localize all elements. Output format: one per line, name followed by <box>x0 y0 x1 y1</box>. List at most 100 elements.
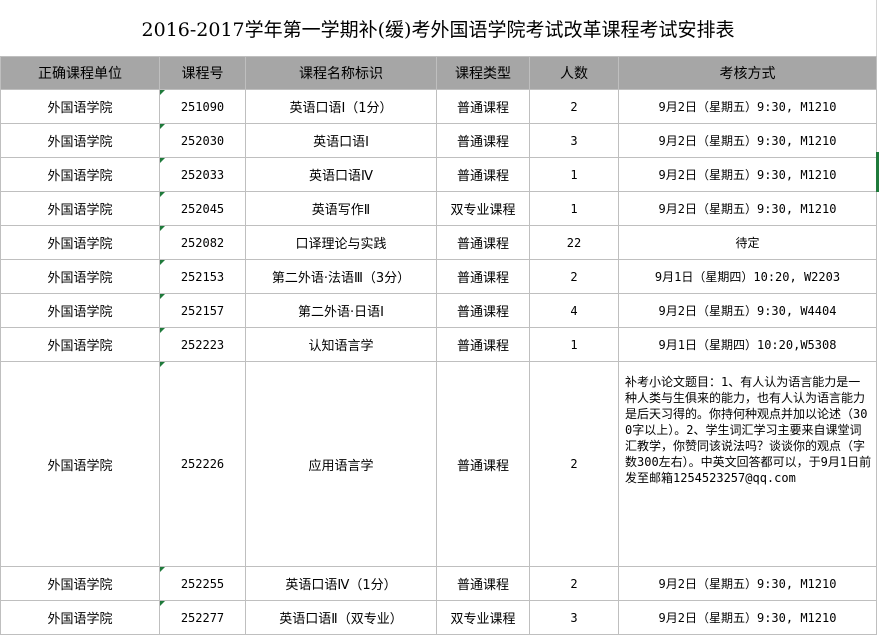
cell-exam-method[interactable]: 9月2日（星期五）9:30, M1210 <box>618 123 877 158</box>
cell-course-name-text: 英语口语Ⅱ（双专业） <box>279 612 403 627</box>
cell-count[interactable]: 3 <box>529 123 619 158</box>
cell-count[interactable]: 1 <box>529 157 619 192</box>
cell-course-name[interactable]: 英语口语Ⅱ（双专业） <box>245 600 437 635</box>
cell-count-text: 2 <box>570 99 578 114</box>
cell-count-text: 2 <box>570 576 578 591</box>
cell-count[interactable]: 2 <box>529 89 619 124</box>
cell-code[interactable]: 252153 <box>159 259 246 294</box>
header-count[interactable]: 人数 <box>529 56 619 90</box>
cell-course-type[interactable]: 双专业课程 <box>436 600 530 635</box>
cell-exam-method[interactable]: 9月2日（星期五）9:30, M1210 <box>618 566 877 601</box>
cell-course-name[interactable]: 第二外语·日语Ⅰ <box>245 293 437 328</box>
cell-unit[interactable]: 外国语学院 <box>0 259 160 294</box>
cell-unit[interactable]: 外国语学院 <box>0 600 160 635</box>
table-row: 外国语学院 252082 口译理论与实践 普通课程 22 待定 <box>0 225 877 260</box>
cell-unit-text: 外国语学院 <box>47 578 113 593</box>
cell-exam-method[interactable]: 9月1日（星期四）10:20, W2203 <box>618 259 877 294</box>
cell-course-name-text: 应用语言学 <box>308 458 374 474</box>
cell-unit[interactable]: 外国语学院 <box>0 327 160 362</box>
table-row: 外国语学院 252033 英语口语Ⅳ 普通课程 1 9月2日（星期五）9:30, M121… <box>0 157 877 192</box>
cell-course-type[interactable]: 普通课程 <box>436 566 530 601</box>
cell-unit-text: 外国语学院 <box>47 458 113 474</box>
cell-course-type[interactable]: 普通课程 <box>436 225 530 260</box>
cell-count-text: 22 <box>566 235 582 250</box>
header-name[interactable]: 课程名称标识 <box>245 56 437 90</box>
cell-count[interactable]: 4 <box>529 293 619 328</box>
cell-course-name[interactable]: 口译理论与实践 <box>245 225 437 260</box>
header-code[interactable]: 课程号 <box>159 56 246 90</box>
spreadsheet: 2016-2017学年第一学期补(缓)考外国语学院考试改革课程考试安排表 正确课… <box>0 0 881 635</box>
cell-course-type-text: 普通课程 <box>456 101 509 116</box>
cell-unit[interactable]: 外国语学院 <box>0 191 160 226</box>
cell-course-name[interactable]: 英语口语Ⅳ（1分） <box>245 566 437 601</box>
cell-code-text: 252223 <box>180 337 225 352</box>
cell-course-type[interactable]: 普通课程 <box>436 293 530 328</box>
cell-code-text: 252153 <box>180 269 225 284</box>
cell-count[interactable]: 1 <box>529 327 619 362</box>
cell-code[interactable]: 252157 <box>159 293 246 328</box>
cell-exam-method[interactable]: 9月1日（星期四）10:20,W5308 <box>618 327 877 362</box>
cell-code-text: 251090 <box>180 99 225 114</box>
cell-unit[interactable]: 外国语学院 <box>0 566 160 601</box>
cell-course-type[interactable]: 普通课程 <box>436 259 530 294</box>
table-row: 外国语学院 252045 英语写作Ⅱ 双专业课程 1 9月2日（星期五）9:30, M12… <box>0 191 877 226</box>
cell-course-name[interactable]: 英语口语Ⅰ <box>245 123 437 158</box>
cell-course-name[interactable]: 英语口语Ⅰ（1分） <box>245 89 437 124</box>
cell-course-name-text: 第二外语·法语Ⅲ（3分） <box>271 271 411 286</box>
cell-exam-method[interactable]: 9月2日（星期五）9:30, M1210 <box>618 600 877 635</box>
cell-code[interactable]: 251090 <box>159 89 246 124</box>
header-unit[interactable]: 正确课程单位 <box>0 56 160 90</box>
cell-unit[interactable]: 外国语学院 <box>0 89 160 124</box>
cell-code[interactable]: 252030 <box>159 123 246 158</box>
cell-course-name[interactable]: 第二外语·法语Ⅲ（3分） <box>245 259 437 294</box>
cell-exam-method[interactable]: 9月2日（星期五）9:30, M1210 <box>618 89 877 124</box>
cell-count[interactable]: 22 <box>529 225 619 260</box>
cell-exam-method-text: 补考小论文题目：1、有人认为语言能力是一种人类与生俱来的能力，也有人认为语言能力… <box>625 375 872 485</box>
cell-course-name[interactable]: 应用语言学 <box>245 361 437 567</box>
cell-unit[interactable]: 外国语学院 <box>0 225 160 260</box>
cell-course-type[interactable]: 双专业课程 <box>436 191 530 226</box>
cell-unit[interactable]: 外国语学院 <box>0 157 160 192</box>
cell-code[interactable]: 252045 <box>159 191 246 226</box>
cell-code[interactable]: 252226 <box>159 361 246 567</box>
cell-unit[interactable]: 外国语学院 <box>0 293 160 328</box>
cell-course-name[interactable]: 英语口语Ⅳ <box>245 157 437 192</box>
cell-unit[interactable]: 外国语学院 <box>0 361 160 567</box>
cell-exam-method[interactable]: 待定 <box>618 225 877 260</box>
table-row: 外国语学院 251090 英语口语Ⅰ（1分） 普通课程 2 9月2日（星期五）9:30, … <box>0 89 877 124</box>
header-method[interactable]: 考核方式 <box>618 56 877 90</box>
sheet-title[interactable]: 2016-2017学年第一学期补(缓)考外国语学院考试改革课程考试安排表 <box>0 0 877 57</box>
cell-count-text: 2 <box>570 269 578 284</box>
comment-indicator-icon <box>160 328 165 333</box>
cell-course-name[interactable]: 认知语言学 <box>245 327 437 362</box>
cell-course-type-text: 普通课程 <box>456 237 509 252</box>
header-type[interactable]: 课程类型 <box>436 56 530 90</box>
cell-count[interactable]: 1 <box>529 191 619 226</box>
cell-count[interactable]: 2 <box>529 566 619 601</box>
cell-course-name-text: 口译理论与实践 <box>295 237 387 252</box>
cell-exam-method[interactable]: 9月2日（星期五）9:30, W4404 <box>618 293 877 328</box>
cell-code[interactable]: 252082 <box>159 225 246 260</box>
cell-unit[interactable]: 外国语学院 <box>0 123 160 158</box>
cell-course-type[interactable]: 普通课程 <box>436 89 530 124</box>
cell-code[interactable]: 252255 <box>159 566 246 601</box>
cell-unit-text: 外国语学院 <box>47 339 113 354</box>
cell-exam-method[interactable]: 补考小论文题目：1、有人认为语言能力是一种人类与生俱来的能力，也有人认为语言能力… <box>618 361 877 567</box>
cell-count-text: 4 <box>570 303 578 318</box>
cell-exam-method[interactable]: 9月2日（星期五）9:30, M1210 <box>618 157 877 192</box>
cell-count[interactable]: 2 <box>529 361 619 567</box>
cell-course-type[interactable]: 普通课程 <box>436 123 530 158</box>
cell-count[interactable]: 3 <box>529 600 619 635</box>
cell-code[interactable]: 252223 <box>159 327 246 362</box>
cell-code[interactable]: 252033 <box>159 157 246 192</box>
cell-unit-text: 外国语学院 <box>47 101 113 116</box>
cell-exam-method-text: 9月2日（星期五）9:30, M1210 <box>658 134 837 148</box>
cell-count[interactable]: 2 <box>529 259 619 294</box>
cell-course-type[interactable]: 普通课程 <box>436 157 530 192</box>
cell-course-type[interactable]: 普通课程 <box>436 327 530 362</box>
cell-exam-method[interactable]: 9月2日（星期五）9:30, M1210 <box>618 191 877 226</box>
cell-unit-text: 外国语学院 <box>47 271 113 286</box>
cell-course-type[interactable]: 普通课程 <box>436 361 530 567</box>
cell-code[interactable]: 252277 <box>159 600 246 635</box>
cell-course-name[interactable]: 英语写作Ⅱ <box>245 191 437 226</box>
